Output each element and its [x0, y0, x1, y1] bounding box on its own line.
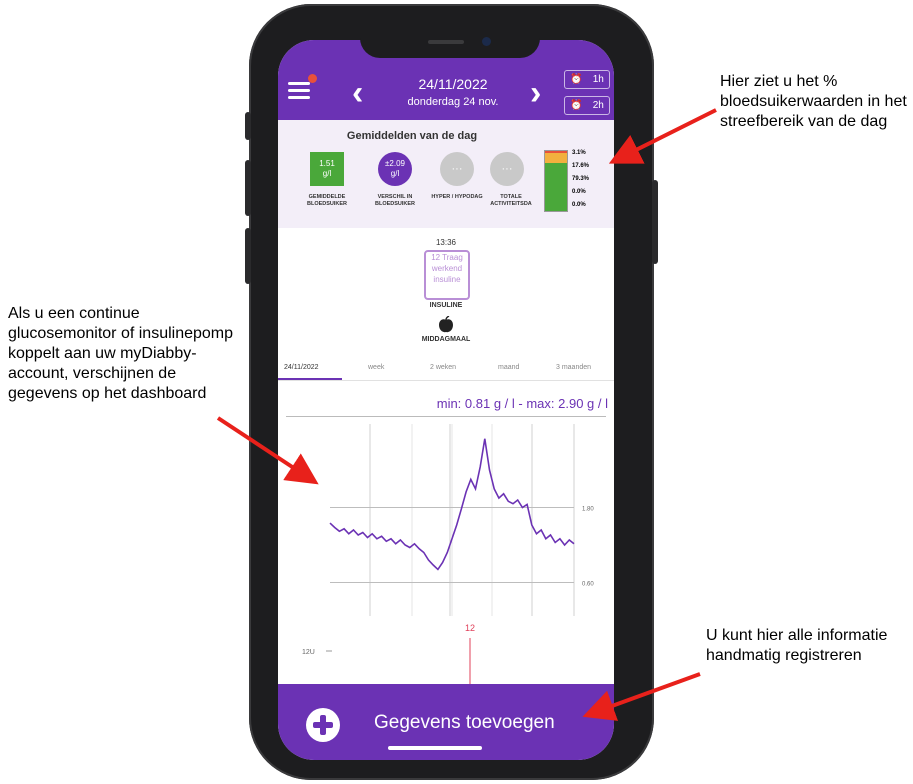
volume-down-button [245, 228, 251, 284]
summary-title: Gemiddelden van de dag [346, 130, 478, 142]
active-tab-indicator [278, 378, 342, 380]
alarm-clock-icon: ⏰ [570, 74, 583, 85]
timer-1h-button[interactable]: ⏰ 1h [564, 70, 610, 89]
tir-very-high-pct: 3.1% [572, 150, 586, 156]
hyper-hypo-value: ··· [451, 163, 463, 175]
phone-notch [360, 24, 540, 58]
add-data-bar[interactable]: Gegevens toevoegen [278, 684, 614, 760]
avg-glucose-value: 1.51 [319, 159, 335, 168]
volume-up-button [245, 160, 251, 216]
meal-label: MIDDAGMAAL [421, 336, 471, 343]
min-value: min: 0.81 g / l [436, 396, 515, 411]
period-tabs: 24/11/2022 week 2 weken maand 3 maanden [278, 358, 614, 381]
tir-segment [545, 152, 567, 164]
glucose-variability-value: ±2.09 [385, 159, 405, 168]
insulin-label: INSULINE [429, 302, 463, 309]
activity-label: TOTALE ACTIVITEITSDA [490, 194, 532, 207]
min-max-readout: min: 0.81 g / l - max: 2.90 g / l [378, 396, 608, 411]
tab-month[interactable]: maand [498, 364, 519, 371]
mute-switch [245, 112, 251, 140]
hyper-hypo-label: HYPER / HYPODAG [431, 194, 483, 200]
prev-day-chevron-icon[interactable]: ‹ [352, 76, 363, 110]
tir-segment [545, 163, 567, 211]
notification-dot [308, 74, 317, 83]
front-camera [482, 37, 491, 46]
annotation-time-in-range: Hier ziet u het % bloedsuikerwaarden in … [720, 73, 907, 130]
insulin-event-card[interactable]: 12 Traag werkend insuline [424, 250, 470, 300]
timer-1h-label: 1h [592, 74, 604, 85]
home-indicator [388, 746, 482, 750]
tir-in-range-pct: 79.3% [572, 176, 590, 182]
power-button [652, 180, 658, 264]
apple-icon [439, 316, 453, 333]
reference-line-label: 0.60 [582, 582, 594, 588]
avg-glucose-label: GEMIDDELDE BLOEDSUIKER [306, 194, 348, 207]
activity-badge[interactable]: ··· [490, 152, 524, 186]
reference-line-label: 1.80 [582, 507, 594, 513]
avg-glucose-badge[interactable]: 1.51 g/l [310, 152, 344, 186]
max-value: max: 2.90 g / l [526, 396, 608, 411]
event-time: 13:36 [435, 238, 457, 247]
min-max-separator: - [514, 396, 527, 411]
timer-2h-label: 2h [592, 100, 604, 111]
tir-high-pct: 17.6% [572, 163, 590, 169]
tir-low-pct: 0.0% [572, 189, 586, 195]
time-in-range-bar[interactable] [544, 150, 568, 212]
timer-2h-button[interactable]: ⏰ 2h [564, 96, 610, 115]
plus-icon[interactable] [306, 708, 340, 742]
next-day-chevron-icon[interactable]: › [530, 76, 541, 110]
tir-very-low-pct: 0.0% [572, 202, 586, 208]
alarm-clock-icon: ⏰ [570, 100, 583, 111]
hyper-hypo-badge[interactable]: ··· [440, 152, 474, 186]
avg-glucose-unit: g/l [322, 169, 332, 178]
glucose-variability-badge[interactable]: ±2.09 g/l [378, 152, 412, 186]
min-max-divider [286, 416, 606, 417]
glucose-chart[interactable]: 1.80 0.60 12 12U [278, 420, 614, 684]
activity-value: ··· [501, 163, 513, 175]
current-date: 24/11/2022 [418, 76, 488, 92]
tab-day[interactable]: 24/11/2022 [284, 364, 319, 371]
annotation-manual-entry: U kunt hier alle informatie handmatig re… [706, 627, 888, 664]
app-screen: ‹ 24/11/2022 donderdag 24 nov. › ⏰ 1h ⏰ … [278, 40, 614, 760]
annotation-cgm-connect: Als u een continue glucosemonitor of ins… [8, 305, 234, 402]
menu-icon[interactable] [288, 82, 310, 100]
glucose-variability-unit: g/l [390, 169, 400, 178]
insulin-bolus-label: 12 [465, 623, 475, 633]
add-data-button[interactable]: Gegevens toevoegen [374, 712, 555, 734]
tab-3-months[interactable]: 3 maanden [556, 364, 591, 371]
daily-summary: Gemiddelden van de dag 1.51 g/l GEMIDDEL… [278, 120, 614, 228]
chart-grid [369, 424, 575, 616]
tab-week[interactable]: week [368, 364, 384, 371]
insulin-axis-label: 12U [302, 649, 315, 656]
current-day: donderdag 24 nov. [407, 96, 499, 108]
glucose-variability-label: VERSCHIL IN BLOEDSUIKER [374, 194, 416, 207]
speaker-grille [428, 40, 464, 44]
tab-2-weeks[interactable]: 2 weken [430, 364, 456, 371]
